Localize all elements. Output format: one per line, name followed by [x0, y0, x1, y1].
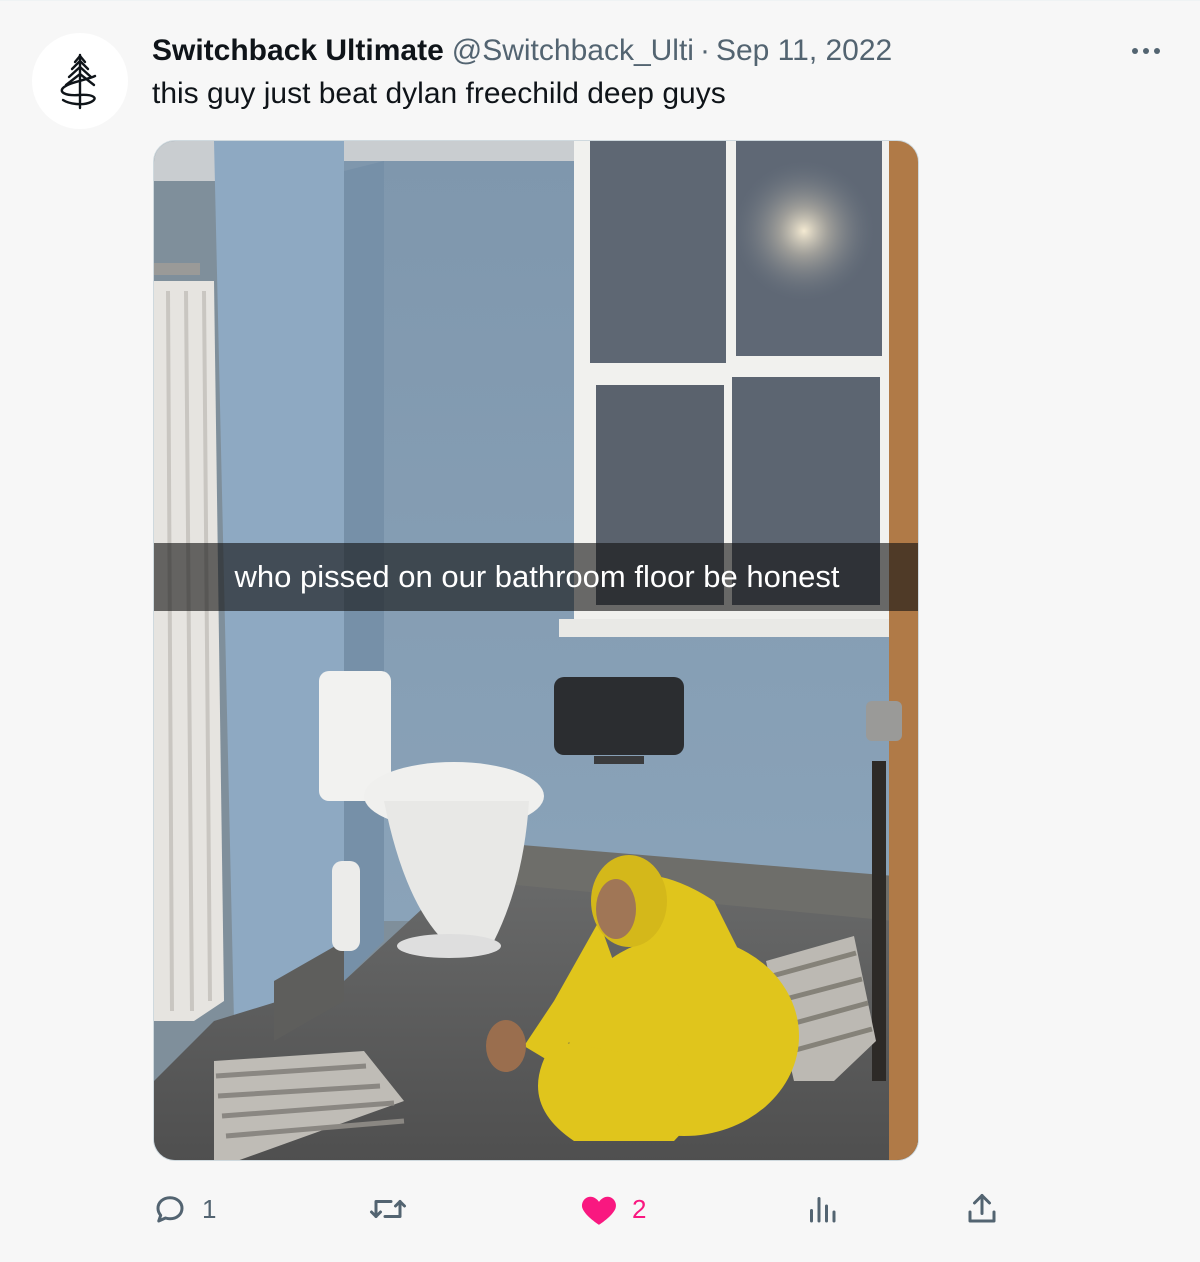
- tweet-photo[interactable]: who pissed on our bathroom floor be hone…: [153, 140, 919, 1161]
- share-button[interactable]: [964, 1181, 1000, 1237]
- reply-count: 1: [202, 1193, 217, 1224]
- switchback-logo-icon: [60, 53, 97, 110]
- more-dot: [1143, 48, 1149, 54]
- more-dot: [1154, 48, 1160, 54]
- author-name[interactable]: Switchback Ultimate: [152, 34, 444, 68]
- header-separator: ·: [699, 34, 710, 67]
- views-button[interactable]: [804, 1181, 854, 1237]
- snap-caption-bar: who pissed on our bathroom floor be hone…: [154, 543, 918, 611]
- reply-icon: [156, 1196, 184, 1223]
- like-count: 2: [632, 1193, 647, 1224]
- heart-icon: [582, 1196, 616, 1225]
- more-options-icon[interactable]: [1122, 39, 1170, 63]
- share-icon: [968, 1194, 996, 1223]
- tweet-card[interactable]: Switchback Ultimate @Switchback_Ulti · S…: [0, 0, 1200, 1262]
- reply-button[interactable]: 1: [152, 1181, 216, 1237]
- like-button[interactable]: 2: [580, 1181, 646, 1237]
- snap-caption: who pissed on our bathroom floor be hone…: [234, 559, 840, 594]
- more-dot: [1132, 48, 1138, 54]
- analytics-icon: [810, 1197, 836, 1223]
- avatar[interactable]: [32, 33, 128, 129]
- tweet-text: this guy just beat dylan freechild deep …: [152, 77, 726, 110]
- retweet-button[interactable]: [368, 1181, 422, 1237]
- author-handle[interactable]: @Switchback_Ulti: [452, 34, 694, 68]
- tweet-date[interactable]: Sep 11, 2022: [716, 34, 892, 68]
- retweet-icon: [370, 1200, 406, 1218]
- bathroom-photo: [154, 141, 918, 1160]
- tweet-header: Switchback Ultimate @Switchback_Ulti · S…: [152, 31, 892, 71]
- tweet-actions: 1 2: [152, 1181, 1032, 1237]
